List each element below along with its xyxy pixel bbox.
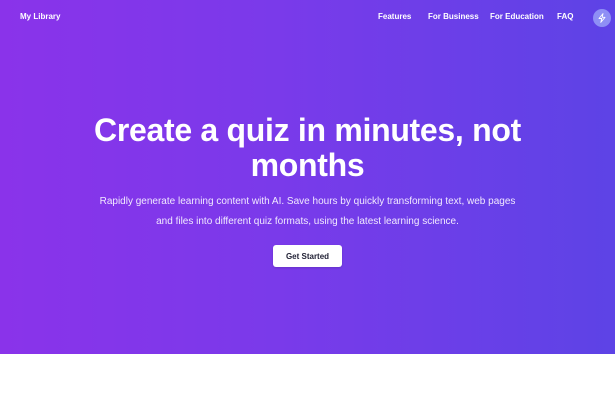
hero-headline: Create a quiz in minutes, not months [0,113,615,183]
lightning-button[interactable] [593,9,611,27]
nav-link-features[interactable]: Features [378,12,411,21]
get-started-button[interactable]: Get Started [273,245,342,267]
nav-links: Features For Business For Education FAQ [0,12,615,24]
lightning-icon [598,13,606,23]
hero-description: Rapidly generate learning content with A… [90,192,525,232]
hero-description-line-2: and files into different quiz formats, u… [156,216,459,227]
hero-headline-line-1: Create a quiz in minutes, not [94,112,521,148]
nav-link-for-education[interactable]: For Education [490,12,544,21]
content-area [0,354,615,410]
top-navigation: My Library Features For Business For Edu… [0,0,615,36]
hero-headline-line-2: months [250,147,365,183]
nav-link-for-business[interactable]: For Business [428,12,479,21]
nav-link-faq[interactable]: FAQ [557,12,573,21]
hero-section: My Library Features For Business For Edu… [0,0,615,354]
hero-description-line-1: Rapidly generate learning content with A… [99,196,516,207]
